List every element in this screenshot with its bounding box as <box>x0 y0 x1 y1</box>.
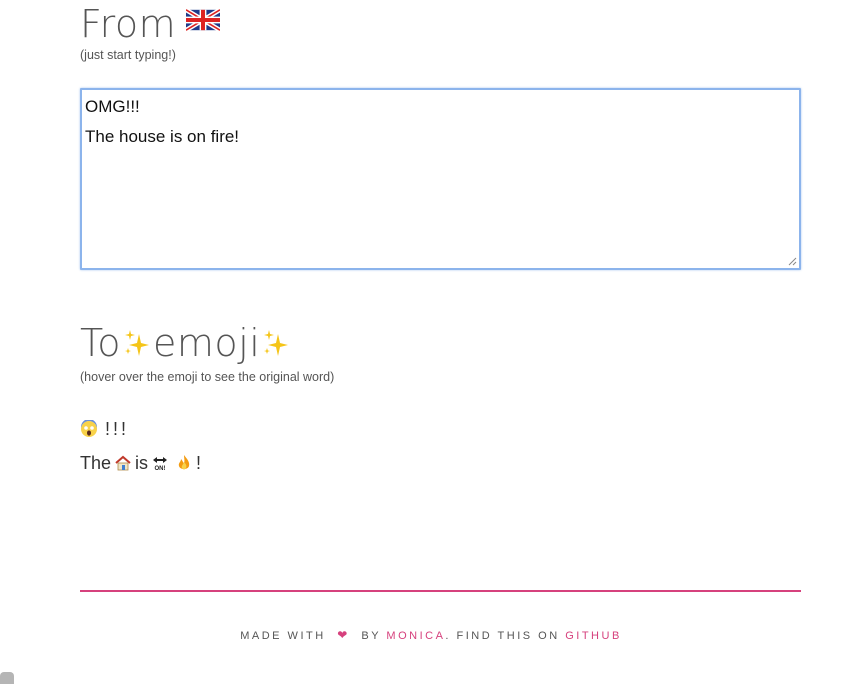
heart-icon: ❤ <box>337 628 350 642</box>
footer-find-text: . FIND THIS ON <box>445 630 560 642</box>
sparkles-icon <box>262 328 290 358</box>
from-hint: (just start typing!) <box>80 48 176 62</box>
output-line-1: !!! <box>80 412 201 446</box>
to-hint: (hover over the emoji to see the origina… <box>80 370 335 384</box>
fire-icon[interactable] <box>175 454 193 472</box>
window-corner <box>0 672 14 684</box>
output-word-the: The <box>80 452 112 473</box>
house-icon[interactable] <box>114 454 132 472</box>
to-title-word: emoji <box>153 321 261 365</box>
footer: MADE WITH ❤ BY MONICA. FIND THIS ON GITH… <box>0 628 862 642</box>
uk-flag-icon <box>184 7 222 33</box>
output-line-2: The is ON! ! <box>80 446 201 480</box>
on-arrow-icon[interactable]: ON! <box>151 454 169 472</box>
from-title: From <box>80 2 177 46</box>
author-link[interactable]: MONICA <box>386 630 445 642</box>
sparkles-icon <box>123 328 151 358</box>
footer-divider <box>80 590 801 592</box>
svg-text:ON!: ON! <box>155 466 166 472</box>
to-title: To <box>80 321 122 365</box>
input-line-1: OMG!!! <box>85 97 140 116</box>
output-exclamation: ! <box>196 452 202 473</box>
to-heading: To emoji <box>80 320 292 366</box>
footer-by: BY <box>361 630 381 642</box>
input-line-2: The house is on fire! <box>85 127 240 146</box>
output-exclamations: !!! <box>105 418 130 439</box>
scream-face-icon[interactable] <box>80 419 98 438</box>
output-word-is: is <box>135 452 149 473</box>
source-text-input[interactable]: OMG!!! The house is on fire! <box>80 88 801 270</box>
from-heading: From <box>80 0 222 48</box>
footer-made-with: MADE WITH <box>240 630 326 642</box>
github-link[interactable]: GITHUB <box>565 630 622 642</box>
resize-grip-icon[interactable] <box>787 256 797 266</box>
emoji-output: !!! The is ON! ! <box>80 412 201 480</box>
